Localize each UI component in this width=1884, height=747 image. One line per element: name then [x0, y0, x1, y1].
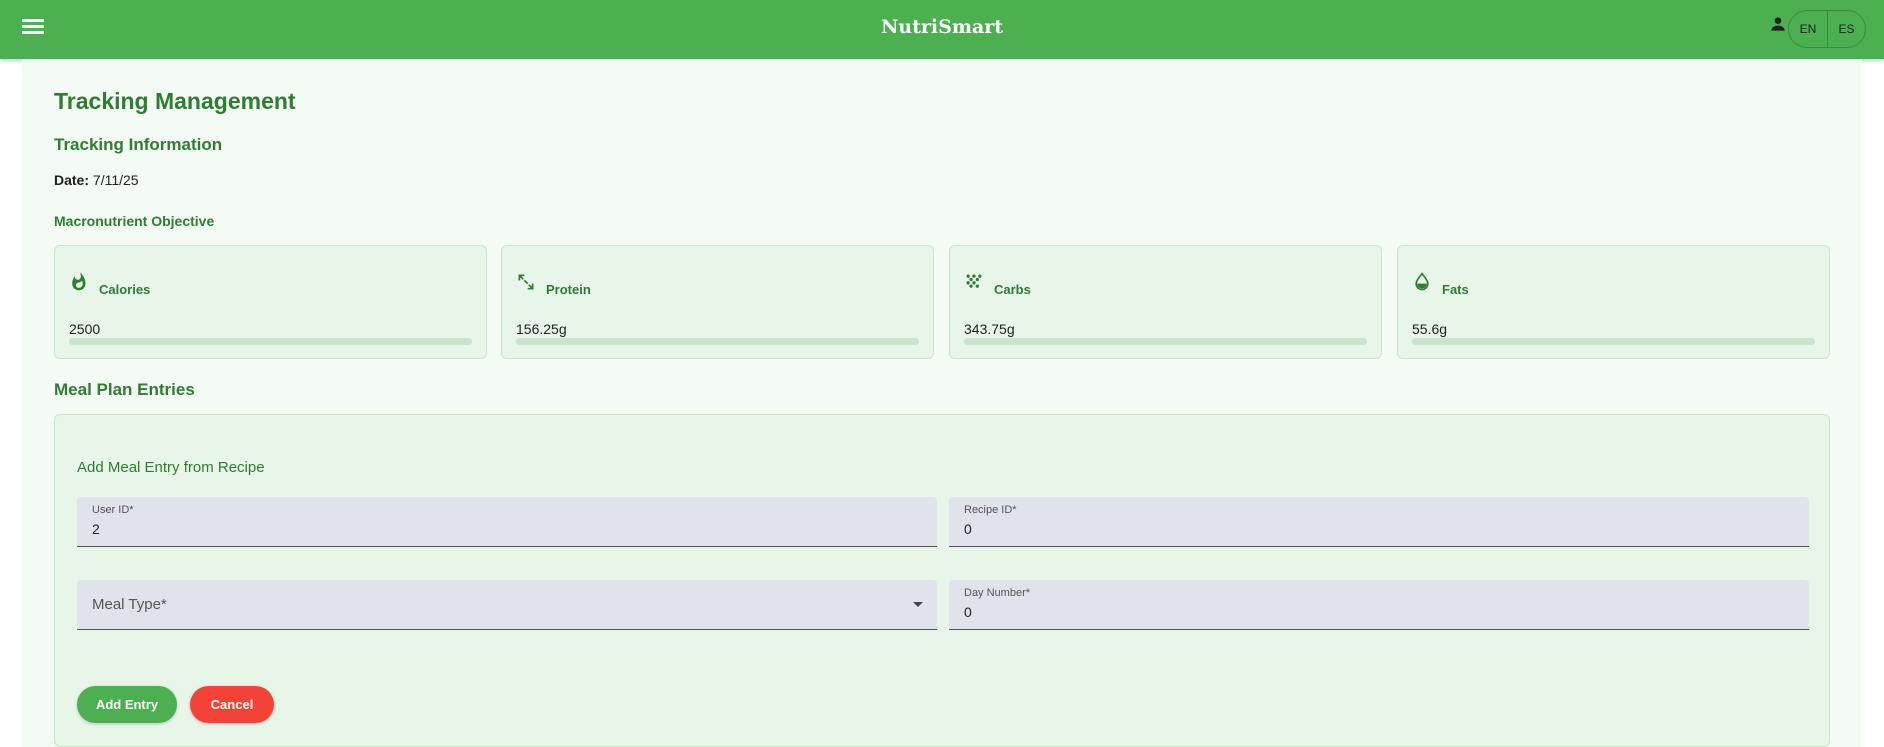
day-number-field[interactable]: Day Number* 0	[949, 580, 1809, 630]
day-number-value: 0	[964, 604, 972, 620]
macro-label: Protein	[546, 282, 591, 297]
meal-type-label: Meal Type*	[92, 596, 167, 613]
account-icon[interactable]	[1768, 14, 1788, 34]
language-toggle: EN ES	[1788, 10, 1866, 48]
macro-card-protein: Protein 156.25g	[501, 245, 934, 359]
macro-title: Macronutrient Objective	[54, 213, 215, 229]
macro-value: 343.75g	[964, 321, 1015, 337]
date-label: Date:	[54, 172, 90, 188]
macro-value: 156.25g	[516, 321, 567, 337]
macro-label: Calories	[99, 282, 151, 297]
add-entry-button[interactable]: Add Entry	[77, 686, 177, 723]
lang-en-button[interactable]: EN	[1789, 11, 1827, 47]
main-content: Tracking Management Tracking Information…	[22, 59, 1862, 747]
macro-progress-bar	[1412, 338, 1815, 345]
macro-label: Carbs	[994, 282, 1031, 297]
macro-card-fats: Fats 55.6g	[1397, 245, 1830, 359]
user-id-field[interactable]: User ID* 2	[77, 497, 937, 547]
recipe-id-value: 0	[964, 521, 972, 537]
fitness-icon	[518, 274, 534, 290]
lang-es-button[interactable]: ES	[1827, 11, 1865, 47]
macro-value: 2500	[69, 321, 101, 337]
user-id-label: User ID*	[92, 504, 134, 516]
form-subtitle: Add Meal Entry from Recipe	[77, 459, 265, 476]
macro-progress-bar	[516, 338, 919, 345]
user-id-value: 2	[92, 521, 100, 537]
menu-icon[interactable]	[20, 16, 48, 42]
macro-card-carbs: Carbs 343.75g	[949, 245, 1382, 359]
recipe-id-label: Recipe ID*	[964, 504, 1017, 516]
flame-icon	[72, 272, 86, 291]
section-title: Tracking Information	[54, 135, 223, 154]
macro-value: 55.6g	[1412, 321, 1448, 337]
page-title: Tracking Management	[54, 88, 296, 114]
date-value: 7/11/25	[92, 172, 139, 188]
cancel-button[interactable]: Cancel	[190, 686, 274, 723]
dropdown-arrow-icon[interactable]	[913, 602, 923, 607]
meal-type-select[interactable]: Meal Type*	[77, 580, 937, 630]
app-bar: NutriSmart EN ES	[0, 0, 1884, 59]
macro-label: Fats	[1442, 282, 1469, 297]
macro-progress-bar	[964, 338, 1367, 345]
date-row: Date: 7/11/25	[54, 172, 139, 188]
day-number-label: Day Number*	[964, 587, 1031, 599]
macro-card-calories: Calories 2500	[54, 245, 487, 359]
add-meal-entry-form: Add Meal Entry from Recipe User ID* 2 Re…	[54, 414, 1830, 747]
macro-progress-bar	[69, 338, 472, 345]
app-title: NutriSmart	[880, 16, 1004, 38]
grain-icon	[966, 274, 982, 288]
drop-icon	[1415, 272, 1429, 291]
meal-plan-entries-title: Meal Plan Entries	[54, 380, 195, 399]
recipe-id-field[interactable]: Recipe ID* 0	[949, 497, 1809, 547]
